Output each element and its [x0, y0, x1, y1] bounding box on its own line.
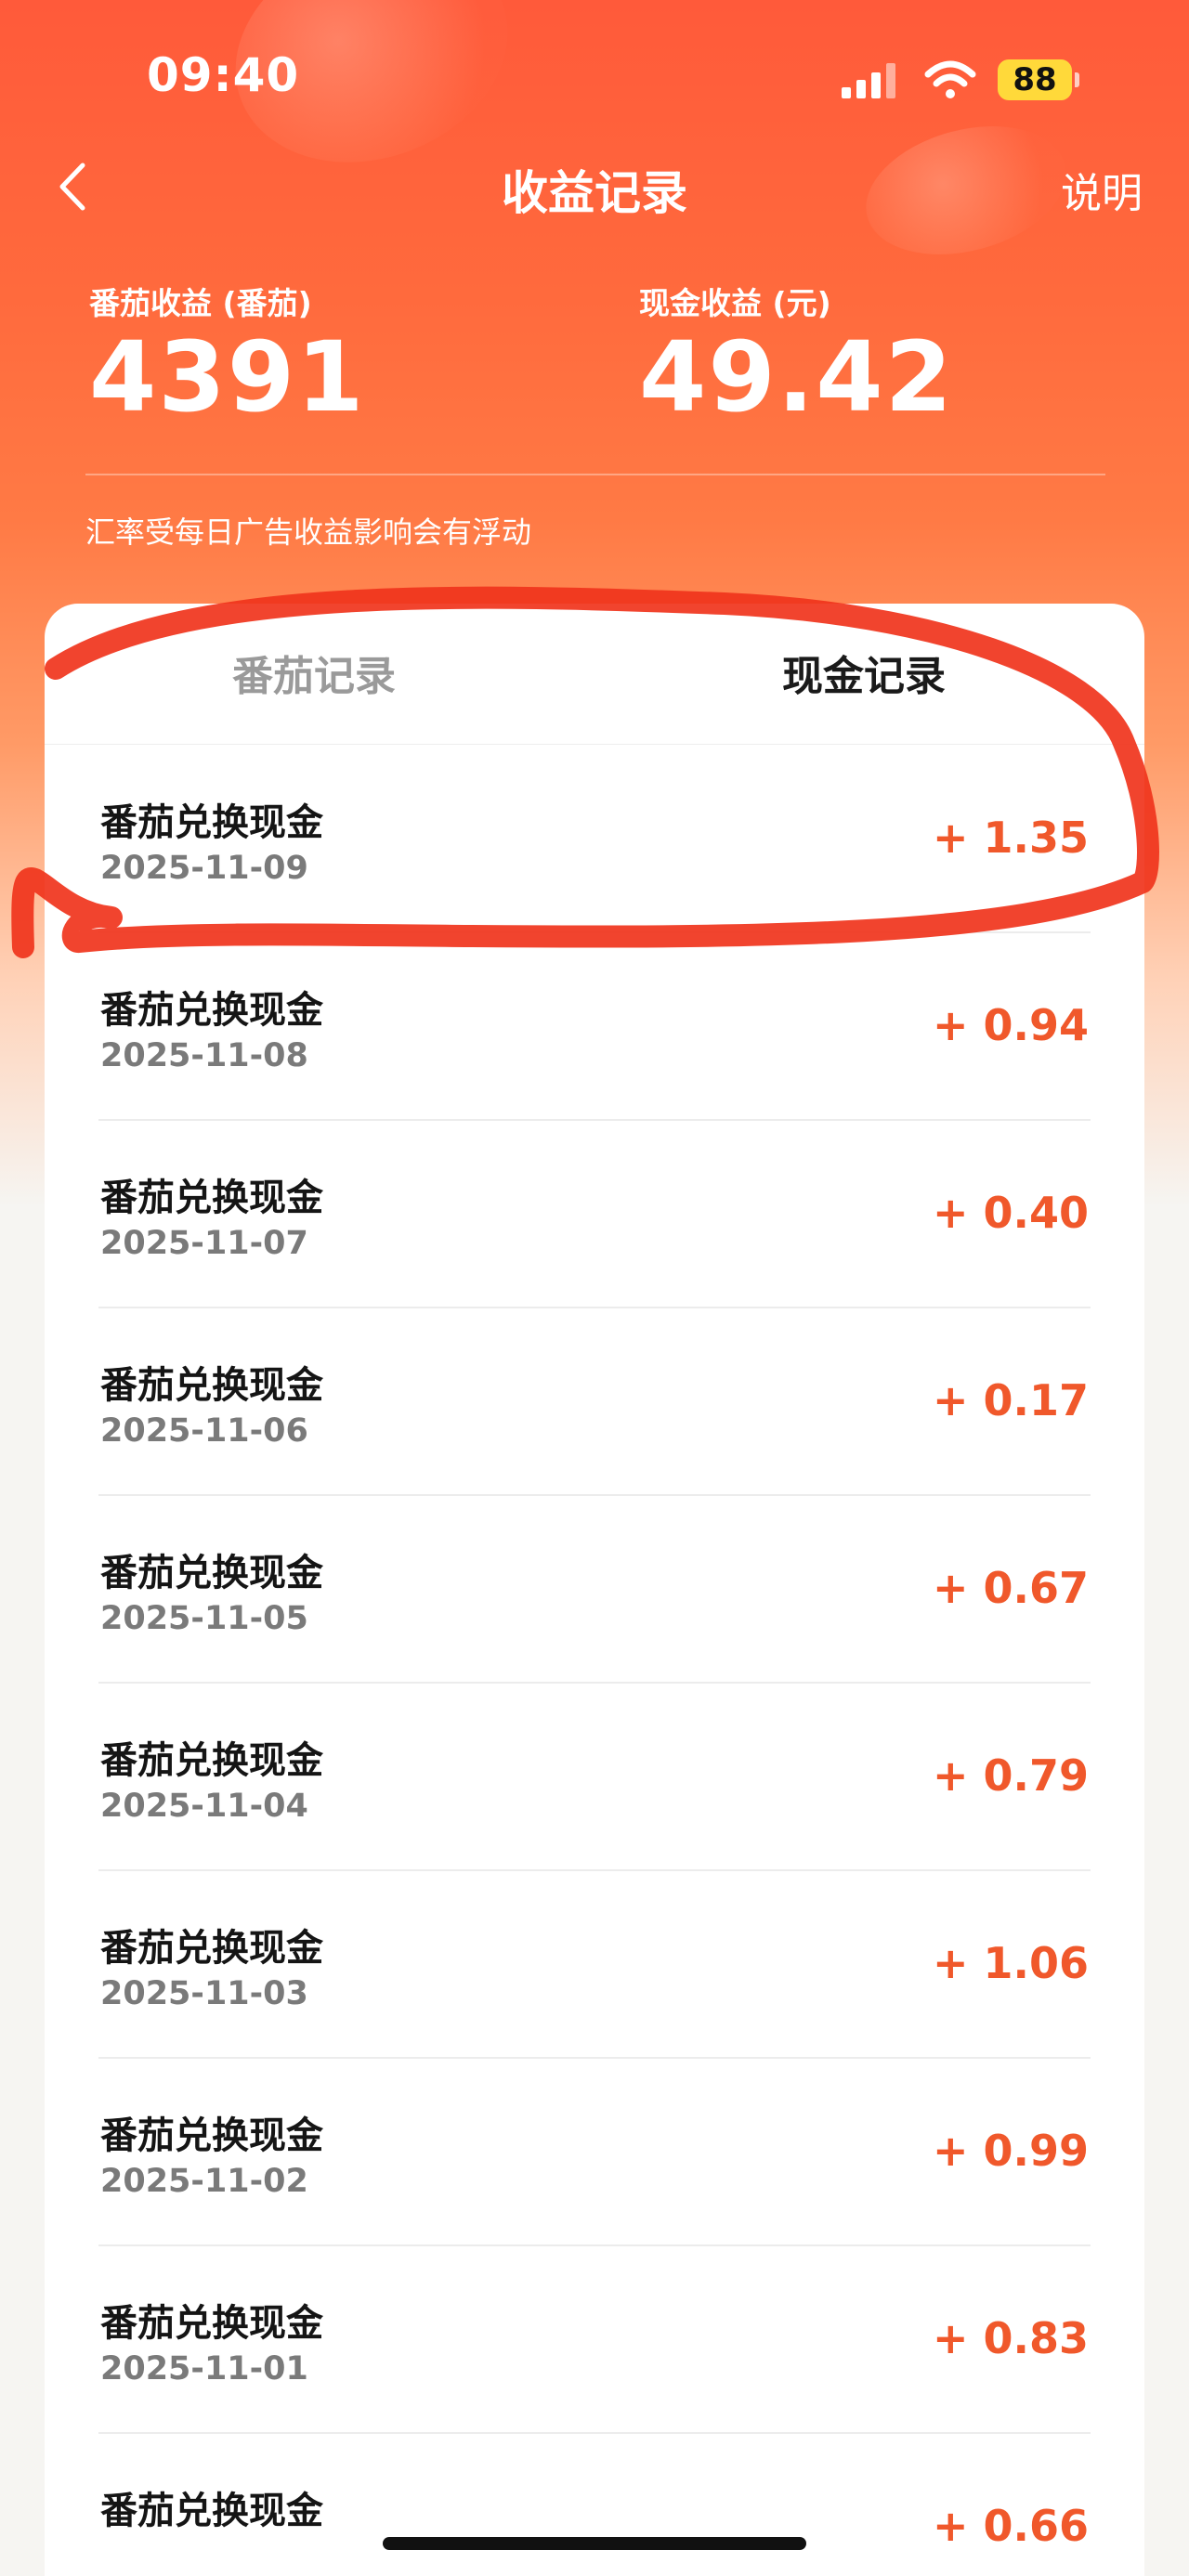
record-amount: + 1.35: [932, 813, 1089, 863]
list-item[interactable]: 番茄兑换现金 2025-11-04 + 0.79: [45, 1684, 1144, 1871]
record-amount: + 0.83: [932, 2313, 1089, 2363]
signal-icon: [842, 63, 897, 98]
record-amount: + 0.67: [932, 1563, 1089, 1613]
record-title: 番茄兑换现金: [100, 1364, 323, 1407]
record-date: 2025-11-07: [100, 1225, 308, 1262]
tab-cash-records[interactable]: 现金记录: [782, 643, 946, 702]
record-title: 番茄兑换现金: [100, 989, 323, 1032]
status-bar: 09:40 88: [0, 0, 1189, 158]
record-amount: + 0.79: [932, 1750, 1089, 1801]
record-date: 2025-11-02: [100, 2163, 308, 2200]
list-item[interactable]: 番茄兑换现金 2025-11-06 + 0.17: [45, 1308, 1144, 1496]
cash-earnings-value: 49.42: [639, 320, 954, 434]
record-title: 番茄兑换现金: [100, 2490, 323, 2532]
battery-level: 88: [998, 59, 1072, 100]
tomato-earnings-label: 番茄收益 (番茄): [89, 285, 312, 321]
records-list: 番茄兑换现金 2025-11-09 + 1.35 番茄兑换现金 2025-11-08 + …: [45, 746, 1144, 2576]
list-item[interactable]: 番茄兑换现金 2025-11-05 + 0.67: [45, 1496, 1144, 1684]
record-date: 2025-11-09: [100, 850, 308, 887]
cash-earnings-label: 现金收益 (元): [639, 285, 831, 321]
record-amount: + 0.17: [932, 1375, 1089, 1425]
records-card: 番茄记录 现金记录 番茄兑换现金 2025-11-09 + 1.35 番茄兑换现金 20…: [45, 604, 1144, 2576]
home-indicator[interactable]: [383, 2537, 806, 2550]
battery-icon: 88: [998, 59, 1079, 100]
nav-bar: 收益记录 说明: [0, 139, 1189, 232]
record-date: 2025-11-03: [100, 1975, 308, 2012]
record-date: 2025-11-08: [100, 1037, 308, 1074]
record-tabs: 番茄记录 现金记录: [45, 604, 1144, 745]
record-amount: + 0.40: [932, 1188, 1089, 1238]
record-title: 番茄兑换现金: [100, 1552, 323, 1594]
tomato-earnings-value: 4391: [89, 320, 366, 434]
record-date: 2025-11-04: [100, 1788, 308, 1825]
list-item[interactable]: 番茄兑换现金 2025-11-07 + 0.40: [45, 1121, 1144, 1308]
list-item[interactable]: 番茄兑换现金 2025-11-03 + 1.06: [45, 1871, 1144, 2059]
record-title: 番茄兑换现金: [100, 801, 323, 844]
record-amount: + 0.99: [932, 2126, 1089, 2176]
record-date: 2025-11-06: [100, 1412, 308, 1450]
list-item[interactable]: 番茄兑换现金 2025-11-02 + 0.99: [45, 2059, 1144, 2246]
cash-earnings: 现金收益 (元) 49.42: [639, 279, 954, 428]
tab-tomato-records[interactable]: 番茄记录: [232, 643, 396, 702]
record-title: 番茄兑换现金: [100, 1927, 323, 1970]
list-item[interactable]: 番茄兑换现金 + 0.66: [45, 2434, 1144, 2576]
record-title: 番茄兑换现金: [100, 2302, 323, 2345]
wifi-icon: [924, 60, 976, 98]
status-time: 09:40: [147, 48, 300, 102]
exchange-rate-note: 汇率受每日广告收益影响会有浮动: [85, 514, 532, 550]
tomato-earnings: 番茄收益 (番茄) 4391: [89, 279, 365, 428]
record-date: 2025-11-05: [100, 1600, 308, 1637]
record-amount: + 0.66: [932, 2501, 1089, 2551]
record-title: 番茄兑换现金: [100, 1739, 323, 1782]
record-title: 番茄兑换现金: [100, 2114, 323, 2157]
list-item[interactable]: 番茄兑换现金 2025-11-01 + 0.83: [45, 2246, 1144, 2434]
record-title: 番茄兑换现金: [100, 1177, 323, 1219]
help-link[interactable]: 说明: [1061, 160, 1143, 219]
list-item[interactable]: 番茄兑换现金 2025-11-09 + 1.35: [45, 746, 1144, 933]
record-amount: + 0.94: [932, 1000, 1089, 1050]
record-amount: + 1.06: [932, 1938, 1089, 1988]
divider: [85, 474, 1105, 475]
page-title: 收益记录: [502, 166, 687, 220]
list-item[interactable]: 番茄兑换现金 2025-11-08 + 0.94: [45, 933, 1144, 1121]
record-date: 2025-11-01: [100, 2350, 308, 2387]
